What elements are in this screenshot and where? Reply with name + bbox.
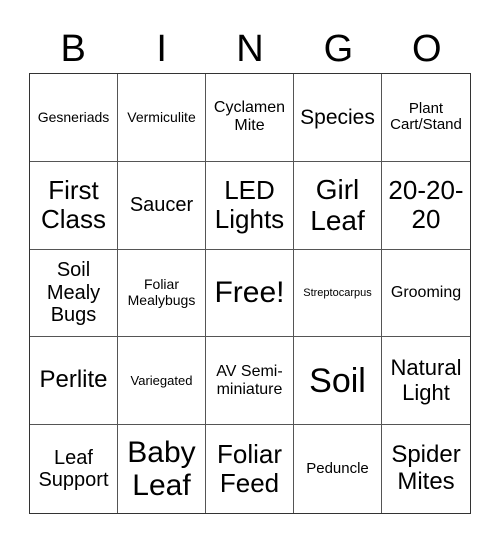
bingo-cell[interactable]: Spider Mites bbox=[382, 425, 470, 513]
bingo-cell[interactable]: Girl Leaf bbox=[294, 161, 382, 250]
header-letter-n: N bbox=[236, 28, 264, 70]
header-letter-o: O bbox=[412, 28, 442, 70]
bingo-cell[interactable]: Streptocarpus bbox=[294, 249, 382, 338]
bingo-cell[interactable]: 20-20-20 bbox=[382, 162, 470, 250]
bingo-cell[interactable]: Saucer bbox=[118, 161, 206, 250]
bingo-cell[interactable]: Leaf Support bbox=[30, 425, 118, 513]
bingo-cell[interactable]: Grooming bbox=[382, 250, 470, 338]
header-letter-b: B bbox=[60, 28, 86, 70]
bingo-cell[interactable]: Baby Leaf bbox=[118, 425, 206, 513]
bingo-cell[interactable]: AV Semi-miniature bbox=[206, 337, 294, 426]
bingo-cell[interactable]: Vermiculite bbox=[118, 74, 206, 162]
bingo-grid: Gesneriads Vermiculite Cyclamen Mite Spe… bbox=[29, 73, 471, 514]
bingo-cell[interactable]: Soil bbox=[294, 337, 382, 426]
free-space[interactable]: Free! bbox=[206, 249, 294, 338]
bingo-cell[interactable]: Foliar Mealybugs bbox=[118, 249, 206, 338]
header-letter-g: G bbox=[323, 28, 354, 70]
bingo-cell[interactable]: Natural Light bbox=[382, 337, 470, 426]
header-letter-i: I bbox=[156, 28, 167, 70]
bingo-cell[interactable]: Species bbox=[294, 74, 382, 162]
bingo-cell[interactable]: Plant Cart/Stand bbox=[382, 74, 470, 162]
bingo-cell[interactable]: Cyclamen Mite bbox=[206, 74, 294, 162]
bingo-cell[interactable]: Variegated bbox=[118, 337, 206, 426]
bingo-cell[interactable]: Peduncle bbox=[294, 425, 382, 513]
bingo-header: B I N G O bbox=[29, 26, 471, 72]
bingo-cell[interactable]: LED Lights bbox=[206, 161, 294, 250]
bingo-cell[interactable]: First Class bbox=[30, 161, 118, 250]
bingo-cell[interactable]: Perlite bbox=[30, 337, 118, 426]
bingo-cell[interactable]: Foliar Feed bbox=[206, 425, 294, 513]
bingo-cell[interactable]: Soil Mealy Bugs bbox=[30, 249, 118, 338]
bingo-cell[interactable]: Gesneriads bbox=[30, 74, 118, 162]
